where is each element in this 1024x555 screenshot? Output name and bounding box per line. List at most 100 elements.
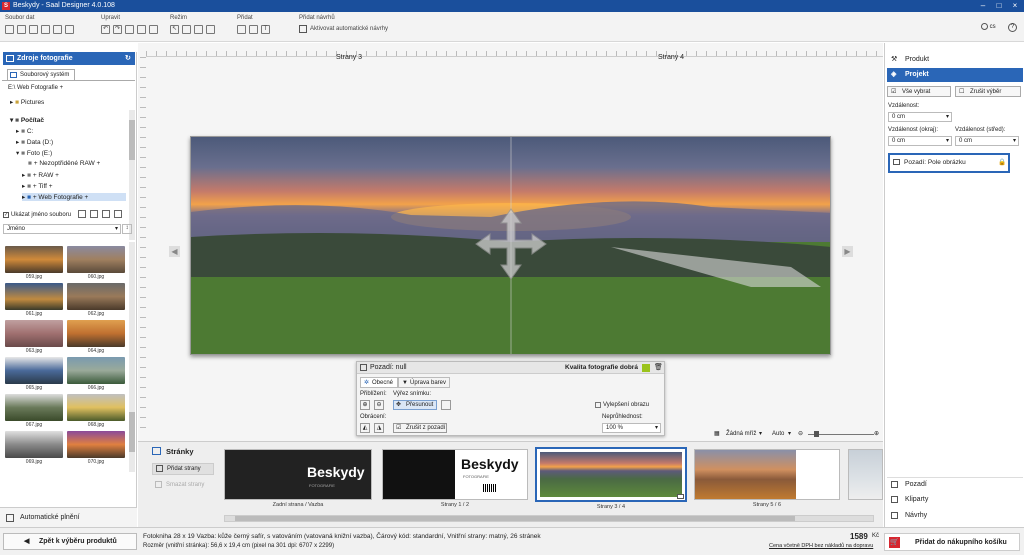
zoom-mode-select[interactable]: Auto <box>772 431 784 437</box>
project-section[interactable]: ◈ Projekt <box>887 68 1023 82</box>
zoom-out-icon[interactable]: ⊖ <box>798 430 803 437</box>
add-image-icon[interactable] <box>237 25 246 34</box>
zoom-out-icon[interactable]: ⊖ <box>374 400 384 410</box>
open-folder-icon[interactable] <box>17 25 26 34</box>
fit-image-icon[interactable] <box>441 400 451 410</box>
print-icon[interactable] <box>65 25 74 34</box>
opacity-select[interactable]: 100 % ▾ <box>602 423 661 433</box>
distance-center-select[interactable]: 0 cm ▾ <box>955 136 1019 146</box>
tree-item[interactable]: ▾ ■ Foto (E:) <box>16 149 52 157</box>
thumbnail[interactable] <box>67 283 125 310</box>
tree-item-selected[interactable]: ▸ ■ + Web Fotografie + <box>22 193 126 201</box>
select-all-button[interactable]: ☑ Vše vybrat <box>887 86 951 97</box>
view-grid-icon[interactable] <box>102 210 110 218</box>
undo-icon[interactable]: ↶ <box>101 25 110 34</box>
eye-icon[interactable] <box>206 25 215 34</box>
redo-icon[interactable]: ↷ <box>113 25 122 34</box>
copy-icon[interactable] <box>125 25 134 34</box>
thumbnail[interactable] <box>5 320 63 347</box>
thumbnail-scrollbar[interactable] <box>129 242 135 472</box>
move-button[interactable]: ✥ Přesunout <box>393 400 437 410</box>
thumbnail[interactable] <box>5 283 63 310</box>
thumbnail[interactable] <box>67 357 125 384</box>
pointer-icon[interactable]: ↖ <box>170 25 179 34</box>
thumbnail[interactable] <box>67 246 125 273</box>
export-icon[interactable] <box>53 25 62 34</box>
next-page-arrow-icon[interactable]: ▶ <box>842 246 853 257</box>
thumbnail[interactable] <box>67 431 125 458</box>
language-selector[interactable]: cs <box>981 23 996 30</box>
tree-item[interactable]: ▸ ■ Pictures <box>10 98 44 106</box>
add-pages-button[interactable]: Přidat strany <box>152 463 214 475</box>
help-icon[interactable]: ? <box>1008 23 1017 32</box>
move-handle-icon[interactable] <box>474 207 548 281</box>
sort-select[interactable]: Jméno ▾ <box>3 224 121 234</box>
page-thumb-1-2[interactable]: Beskydy FOTOGRAFIE <box>382 449 528 500</box>
save-as-icon[interactable] <box>41 25 50 34</box>
view-grid-large-icon[interactable] <box>114 210 122 218</box>
zoom-in-icon[interactable]: ⊕ <box>360 400 370 410</box>
minimize-icon[interactable]: – <box>976 0 990 12</box>
maximize-icon[interactable]: □ <box>992 0 1006 12</box>
remove-pages-button[interactable]: Smazat strany <box>152 480 214 492</box>
tree-scrollbar[interactable] <box>129 110 135 240</box>
thumbnail[interactable] <box>67 320 125 347</box>
zoom-icon[interactable] <box>194 25 203 34</box>
distance-edge-select[interactable]: 0 cm ▾ <box>888 136 952 146</box>
tab-filesystem[interactable]: Souborový systém <box>7 69 75 80</box>
prev-page-arrow-icon[interactable]: ◀ <box>169 246 180 257</box>
zoom-in-icon[interactable]: ⊕ <box>874 430 879 437</box>
price-note[interactable]: Cena včetně DPH bez nákladů na dopravu <box>769 543 873 549</box>
remove-background-button[interactable]: ☑ Zrušit z pozadí <box>393 423 447 433</box>
back-to-products-button[interactable]: ◀ Zpět k výběru produktů <box>3 533 137 550</box>
view-grid-small-icon[interactable] <box>90 210 98 218</box>
view-list-icon[interactable] <box>78 210 86 218</box>
thumbnail[interactable] <box>5 394 63 421</box>
thumbnail[interactable] <box>5 431 63 458</box>
lock-icon[interactable]: 🔒 <box>998 155 1006 171</box>
photo-spread-canvas[interactable] <box>190 136 831 355</box>
new-file-icon[interactable] <box>5 25 14 34</box>
tab-color-adjust[interactable]: ▼ Úprava barev <box>398 377 450 388</box>
page-thumb-cover[interactable]: Beskydy FOTOGRAFIE <box>224 449 372 500</box>
flip-vertical-icon[interactable]: ◮ <box>374 423 384 433</box>
paste-icon[interactable] <box>137 25 146 34</box>
flip-horizontal-icon[interactable]: ◭ <box>360 423 370 433</box>
product-section[interactable]: ⚒ Produkt <box>887 53 1023 67</box>
zoom-slider-handle[interactable] <box>814 431 819 437</box>
tree-item[interactable]: ▸ ■ C: <box>16 127 33 135</box>
refresh-icon[interactable]: ↻ <box>125 52 131 65</box>
background-section[interactable]: Pozadí <box>887 477 1023 491</box>
sort-direction-icon[interactable]: ↕ <box>122 224 132 234</box>
grid-select[interactable]: Žádná mříž <box>726 431 756 437</box>
page-settings-icon[interactable] <box>677 494 684 499</box>
trash-icon[interactable]: 🗑 <box>654 363 663 371</box>
auto-fill-button[interactable]: Automatické plnění <box>0 507 137 527</box>
page-thumb-5-6[interactable] <box>694 449 840 500</box>
delete-icon[interactable] <box>149 25 158 34</box>
close-icon[interactable]: × <box>1008 0 1022 12</box>
page-thumb-3-4-selected[interactable] <box>535 447 687 502</box>
suggest-checkbox[interactable] <box>299 25 307 33</box>
add-text-icon[interactable]: T <box>261 25 270 34</box>
add-frame-icon[interactable] <box>249 25 258 34</box>
tree-item[interactable]: ▸ ■ + Tiff + <box>22 182 53 190</box>
page-thumb-next[interactable] <box>848 449 883 500</box>
add-to-cart-button[interactable]: 🛒 Přidat do nákupního košíku <box>884 533 1020 551</box>
page-strip-scrollbar[interactable] <box>224 515 874 522</box>
thumbnail[interactable] <box>5 357 63 384</box>
designs-section[interactable]: Návrhy <box>887 509 1023 523</box>
cliparts-section[interactable]: Kliparty <box>887 493 1023 507</box>
background-field-item[interactable]: Pozadí: Pole obrázku 🔒 <box>888 153 1010 173</box>
show-names-option[interactable]: ✓ Ukázat jméno souboru <box>3 212 71 218</box>
tab-general[interactable]: ✲ Obecné <box>360 377 398 388</box>
tree-item[interactable]: ▸ ■ + RAW + <box>22 171 59 179</box>
improve-checkbox[interactable]: Vylepšení obrazu <box>595 402 649 408</box>
thumbnail[interactable] <box>5 246 63 273</box>
tree-item[interactable]: ■ + Nezoptřiděné RAW + <box>28 160 100 167</box>
hand-icon[interactable] <box>182 25 191 34</box>
tree-item[interactable]: ▾ ■ Počítač <box>10 116 44 124</box>
distance-select[interactable]: 0 cm ▾ <box>888 112 952 122</box>
save-icon[interactable] <box>29 25 38 34</box>
deselect-button[interactable]: ☐ Zrušit výběr <box>955 86 1021 97</box>
